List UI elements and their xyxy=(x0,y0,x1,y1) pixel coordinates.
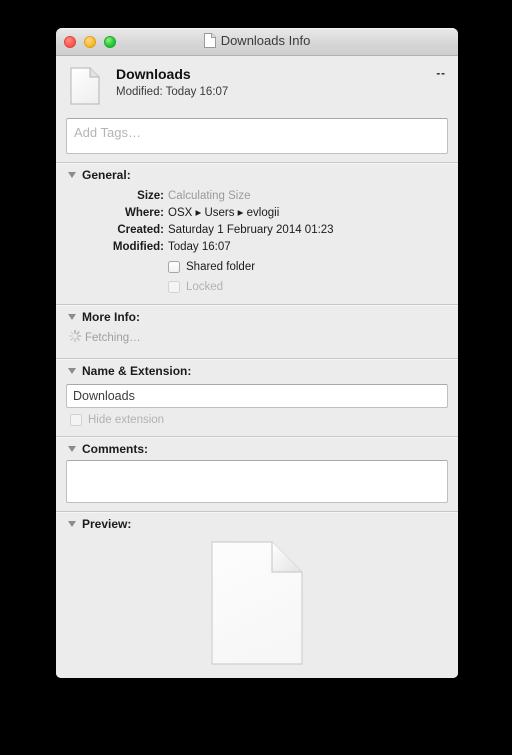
detail-row-modified: Modified: Today 16:07 xyxy=(56,239,458,256)
blank-document-icon xyxy=(209,539,305,672)
window-titlebar[interactable]: Downloads Info xyxy=(56,28,458,56)
file-size-value: -- xyxy=(436,68,446,80)
detail-row-created: Created: Saturday 1 February 2014 01:23 xyxy=(56,222,458,239)
general-details: Size: Calculating Size Where: OSX ▸ User… xyxy=(56,186,458,296)
info-header-text: Downloads Modified: Today 16:07 xyxy=(116,66,436,100)
detail-value: OSX ▸ Users ▸ evlogii xyxy=(168,207,280,219)
get-info-window: Downloads Info Downloads Modified: Today… xyxy=(56,28,458,678)
more-info-section-label: More Info: xyxy=(82,310,140,324)
comments-section-label: Comments: xyxy=(82,442,149,456)
general-section-label: General: xyxy=(82,168,131,182)
more-info-section-header[interactable]: More Info: xyxy=(56,305,458,328)
name-extension-section-label: Name & Extension: xyxy=(82,364,192,378)
locked-checkbox xyxy=(168,281,180,293)
file-modified: Modified: Today 16:07 xyxy=(116,86,229,98)
detail-label: Where: xyxy=(125,207,164,219)
hide-extension-checkbox xyxy=(70,414,82,426)
comments-section-header[interactable]: Comments: xyxy=(56,437,458,460)
detail-label: Modified: xyxy=(112,241,164,253)
shared-folder-row[interactable]: Shared folder xyxy=(56,258,458,276)
detail-row-where: Where: OSX ▸ Users ▸ evlogii xyxy=(56,205,458,222)
chevron-down-icon[interactable] xyxy=(68,521,76,527)
fetching-label: Fetching… xyxy=(85,331,141,344)
detail-row-size: Size: Calculating Size xyxy=(56,188,458,205)
chevron-down-icon[interactable] xyxy=(68,314,76,320)
add-tags-input[interactable]: Add Tags… xyxy=(66,118,448,154)
close-button[interactable] xyxy=(64,36,76,48)
chevron-down-icon[interactable] xyxy=(68,446,76,452)
file-name: Downloads xyxy=(116,66,191,82)
hide-extension-row: Hide extension xyxy=(56,408,458,428)
file-name-input[interactable]: Downloads xyxy=(66,384,448,408)
info-header: Downloads Modified: Today 16:07 -- xyxy=(56,56,458,118)
shared-folder-label: Shared folder xyxy=(186,261,256,273)
minimize-button[interactable] xyxy=(84,36,96,48)
tags-section: Add Tags… xyxy=(56,118,458,154)
window-title-text: Downloads Info xyxy=(220,33,311,48)
window-controls xyxy=(64,36,116,48)
document-icon xyxy=(203,33,216,51)
preview-section-header[interactable]: Preview: xyxy=(56,512,458,535)
zoom-button[interactable] xyxy=(104,36,116,48)
comments-wrap xyxy=(56,460,458,503)
name-field-wrap: Downloads xyxy=(56,382,458,408)
shared-folder-checkbox[interactable] xyxy=(168,261,180,273)
more-info-status: Fetching… xyxy=(56,328,458,350)
document-icon xyxy=(70,67,106,110)
window-title-group: Downloads Info xyxy=(56,33,458,51)
locked-row: Locked xyxy=(56,278,458,296)
chevron-down-icon[interactable] xyxy=(68,368,76,374)
detail-value: Calculating Size xyxy=(168,190,251,202)
detail-value: Saturday 1 February 2014 01:23 xyxy=(168,224,334,236)
detail-label: Created: xyxy=(117,224,164,236)
locked-label: Locked xyxy=(186,281,224,293)
preview-area xyxy=(56,535,458,677)
detail-value: Today 16:07 xyxy=(168,241,231,253)
preview-section-label: Preview: xyxy=(82,517,132,531)
detail-label: Size: xyxy=(137,190,164,202)
spinner-icon xyxy=(68,329,82,346)
info-content: Downloads Modified: Today 16:07 -- Add T… xyxy=(56,56,458,678)
chevron-down-icon[interactable] xyxy=(68,172,76,178)
comments-textarea[interactable] xyxy=(66,460,448,503)
name-extension-section-header[interactable]: Name & Extension: xyxy=(56,359,458,382)
general-section-header[interactable]: General: xyxy=(56,163,458,186)
hide-extension-label: Hide extension xyxy=(88,414,165,426)
